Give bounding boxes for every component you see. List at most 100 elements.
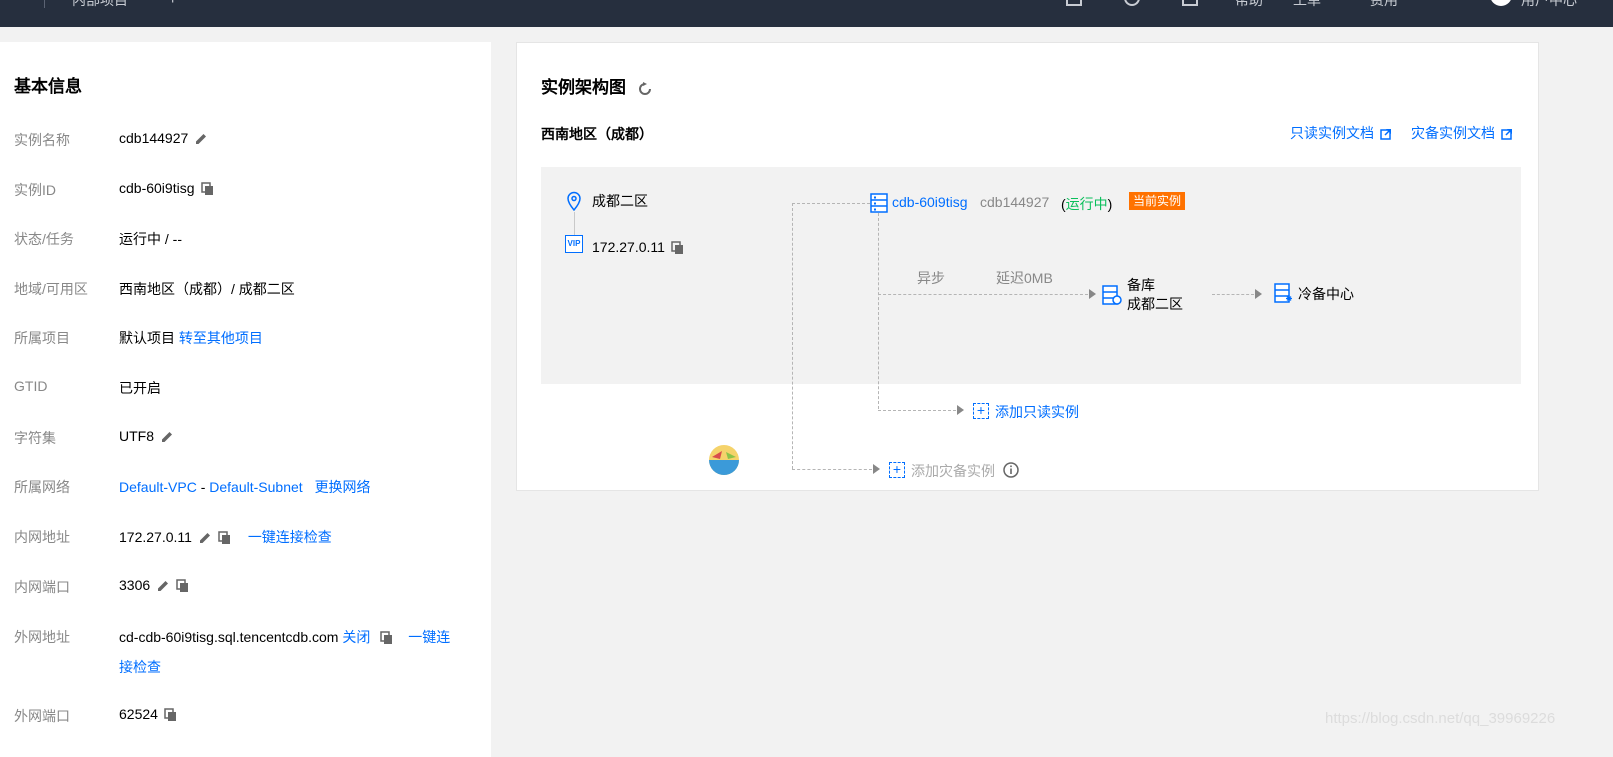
vip-address-text: 172.27.0.11	[592, 239, 665, 255]
disaster-doc-link[interactable]: 灾备实例文档	[1411, 123, 1513, 143]
connector-line	[878, 294, 1088, 295]
connector-line	[792, 203, 870, 204]
instance-id-value: cdb-60i9tisg	[119, 180, 195, 196]
navbar-divider	[44, 0, 45, 8]
move-project-link[interactable]: 转至其他项目	[179, 330, 263, 346]
status-paren-close: )	[1107, 196, 1113, 212]
add-icon[interactable]: +	[168, 0, 177, 9]
public-port-value: 62524	[119, 706, 158, 722]
status-running: 运行中	[1065, 196, 1108, 212]
edit-icon[interactable]	[198, 531, 212, 545]
field-label: 外网地址	[14, 629, 70, 645]
field-value: 172.27.0.11 一键连接检查	[119, 527, 332, 547]
message-icon[interactable]	[1182, 0, 1198, 6]
edit-icon[interactable]	[160, 430, 174, 444]
field-label: 实例名称	[14, 132, 70, 148]
network-row: 所属网络 Default-VPC - Default-Subnet 更换网络	[0, 475, 491, 497]
floating-bowl-icon[interactable]	[706, 443, 742, 482]
connection-check-link[interactable]: 一键连接检查	[248, 529, 332, 545]
region-title: 西南地区（成都）	[541, 126, 653, 142]
vip-address: 172.27.0.11	[592, 239, 685, 255]
user-menu[interactable]: 用户中心	[1521, 0, 1577, 10]
edit-icon[interactable]	[156, 579, 170, 593]
instance-id-row: 实例ID cdb-60i9tisg	[0, 178, 491, 200]
charset-row: 字符集 UTF8	[0, 426, 491, 448]
add-icon[interactable]: +	[973, 403, 989, 419]
location-icon	[566, 191, 582, 214]
delay-label: 延迟0MB	[996, 270, 1053, 286]
watermark: https://blog.csdn.net/qq_39969226	[1325, 710, 1556, 727]
vpc-link[interactable]: Default-VPC	[119, 479, 197, 495]
status-row: 状态/任务 运行中 / --	[0, 227, 491, 249]
copy-icon[interactable]	[671, 241, 685, 255]
primary-status: (运行中)	[1061, 194, 1112, 214]
private-port-row: 内网端口 3306	[0, 575, 491, 597]
network-separator: -	[200, 479, 206, 495]
cold-backup-label: 冷备中心	[1298, 286, 1354, 302]
copy-icon[interactable]	[380, 631, 394, 645]
info-icon[interactable]	[1003, 462, 1019, 481]
primary-instance-link[interactable]: cdb-60i9tisg	[892, 194, 968, 210]
close-public-link[interactable]: 关闭	[342, 629, 370, 645]
standby-title: 备库	[1127, 277, 1155, 293]
connector-line	[792, 203, 793, 469]
current-instance-badge: 当前实例	[1129, 192, 1186, 210]
connector-line	[878, 410, 956, 411]
public-check-link[interactable]: 一键连	[408, 629, 450, 645]
copy-icon[interactable]	[200, 182, 215, 196]
zone-connector	[574, 212, 575, 236]
charset-value: UTF8	[119, 428, 154, 444]
private-ip-row: 内网地址 172.27.0.11 一键连接检查	[0, 525, 491, 547]
basic-info-title: 基本信息	[14, 77, 82, 96]
edit-icon[interactable]	[194, 132, 208, 146]
architecture-title-text: 实例架构图	[541, 78, 626, 97]
change-network-link[interactable]: 更换网络	[315, 479, 371, 495]
readonly-doc-link[interactable]: 只读实例文档	[1290, 123, 1392, 143]
help-link[interactable]: 帮助	[1235, 0, 1263, 10]
cold-backup-icon	[1274, 283, 1294, 306]
field-value: cdb-60i9tisg	[119, 180, 215, 196]
ticket-link[interactable]: 工单	[1293, 0, 1321, 10]
clock-icon[interactable]	[1124, 0, 1140, 6]
copy-icon[interactable]	[218, 531, 232, 545]
private-ip-value: 172.27.0.11	[119, 529, 192, 545]
field-label: 内网地址	[14, 529, 70, 545]
copy-icon[interactable]	[176, 579, 190, 593]
arrow-icon	[1255, 289, 1262, 299]
standby-db-icon	[1102, 285, 1122, 308]
billing-link[interactable]: 费用	[1370, 0, 1398, 10]
copy-icon[interactable]	[164, 708, 178, 722]
instance-name-value: cdb144927	[119, 130, 189, 146]
field-value: Default-VPC - Default-Subnet 更换网络	[119, 477, 371, 497]
arrow-icon	[957, 405, 964, 415]
refresh-icon[interactable]	[637, 81, 653, 97]
standby-zone: 成都二区	[1127, 296, 1183, 312]
database-icon	[870, 193, 888, 216]
readonly-doc-text: 只读实例文档	[1290, 125, 1374, 141]
region-row: 地域/可用区 西南地区（成都）/ 成都二区	[0, 277, 491, 299]
field-label: 字符集	[14, 430, 56, 446]
field-value: UTF8	[119, 428, 174, 444]
architecture-panel: 实例架构图 西南地区（成都） 只读实例文档 灾备实例文档 成都二区 VIP 17…	[516, 42, 1539, 491]
basic-info-panel: 基本信息 实例名称 cdb144927 实例ID cdb-60i9tisg 状态…	[0, 42, 491, 757]
connector-line	[792, 469, 872, 470]
subnet-link[interactable]: Default-Subnet	[209, 479, 302, 495]
project-switcher[interactable]: 内部项目	[72, 0, 128, 10]
field-label: 所属网络	[14, 479, 70, 495]
field-label: 所属项目	[14, 330, 70, 346]
architecture-title: 实例架构图	[541, 73, 653, 98]
status-value: 运行中 / --	[119, 231, 182, 247]
public-address-row: 外网地址 cd-cdb-60i9tisg.sql.tencentcdb.com …	[0, 625, 491, 679]
field-label: 地域/可用区	[14, 281, 88, 297]
add-icon: +	[889, 462, 905, 478]
instance-name-row: 实例名称 cdb144927	[0, 128, 491, 150]
shortcut-icon[interactable]	[1066, 0, 1082, 6]
project-value: 默认项目	[119, 330, 175, 346]
field-value: 62524	[119, 706, 178, 722]
field-label: 内网端口	[14, 579, 70, 595]
avatar[interactable]	[1490, 0, 1512, 6]
public-check-link-continued[interactable]: 接检查	[119, 657, 161, 677]
add-readonly-link[interactable]: 添加只读实例	[995, 402, 1079, 422]
field-value: cdb144927	[119, 130, 208, 146]
region-value: 西南地区（成都）/ 成都二区	[119, 281, 295, 297]
